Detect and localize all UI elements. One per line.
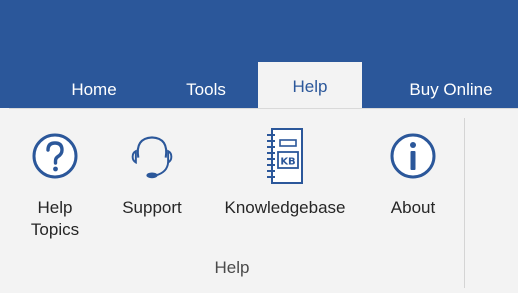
support-button[interactable]: Support <box>108 115 196 219</box>
tab-buy-online[interactable]: Buy Online <box>384 72 518 108</box>
help-topics-label-line1: Help <box>37 198 73 217</box>
group-separator <box>464 118 465 288</box>
question-circle-icon <box>30 115 80 197</box>
info-circle-icon <box>388 115 438 197</box>
support-label: Support <box>122 198 182 217</box>
kb-icon-text: KB <box>280 157 295 168</box>
tab-help[interactable]: Help <box>258 62 362 110</box>
about-button[interactable]: About <box>376 115 450 219</box>
tab-home[interactable]: Home <box>58 72 130 108</box>
help-topics-button[interactable]: Help Topics <box>20 115 90 241</box>
kb-notebook-icon: KB <box>260 115 310 197</box>
knowledgebase-button[interactable]: KB Knowledgebase <box>200 115 370 219</box>
group-label-help: Help <box>214 258 250 277</box>
tab-tools[interactable]: Tools <box>170 72 242 108</box>
help-topics-label-line2: Topics <box>30 220 80 239</box>
about-label: About <box>390 198 436 217</box>
headset-icon <box>127 115 177 197</box>
knowledgebase-label: Knowledgebase <box>224 198 346 217</box>
